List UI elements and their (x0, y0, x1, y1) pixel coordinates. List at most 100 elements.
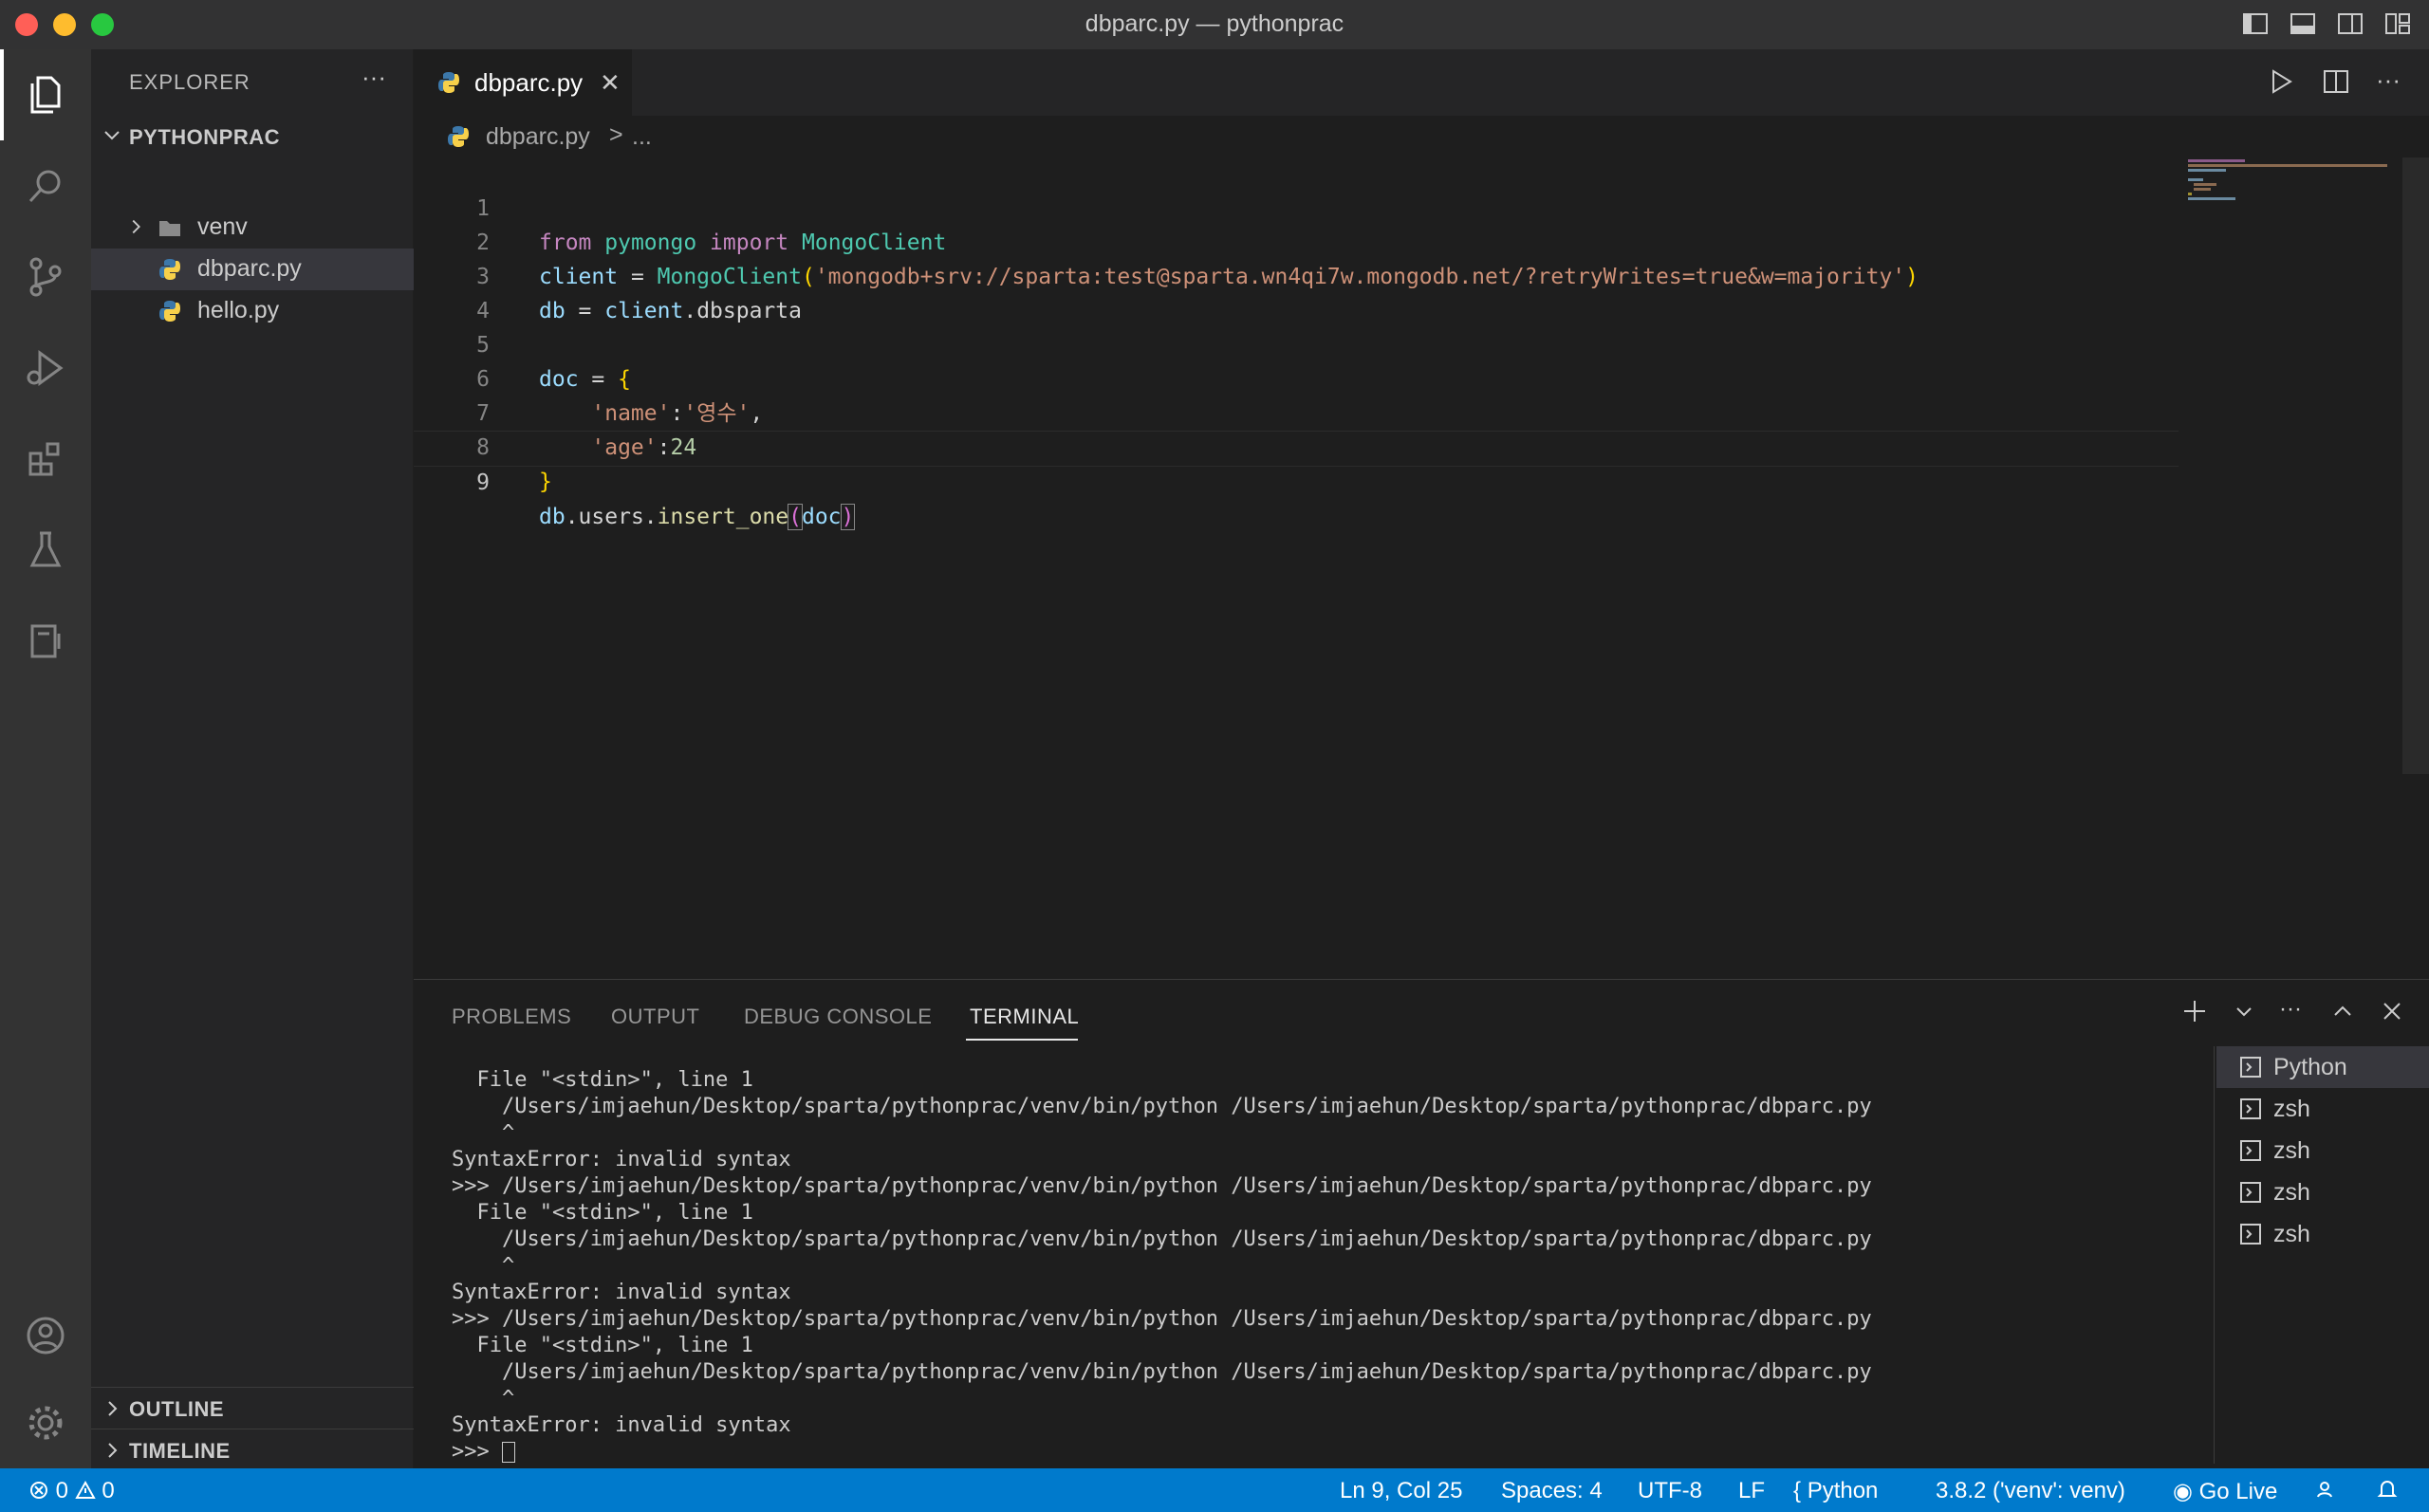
python-file-icon (159, 259, 180, 280)
tab-output[interactable]: OUTPUT (611, 1005, 699, 1029)
source-control-icon[interactable] (0, 231, 91, 323)
tab-terminal[interactable]: TERMINAL (970, 1005, 1079, 1029)
split-editor-icon[interactable] (2321, 66, 2351, 97)
terminal-label: zsh (2273, 1221, 2310, 1247)
settings-gear-icon[interactable] (0, 1377, 91, 1468)
terminal-line: File "<stdin>", line 1 (452, 1334, 753, 1357)
explorer-icon[interactable] (0, 49, 91, 140)
search-icon[interactable] (0, 140, 91, 231)
chevron-right-icon (108, 1401, 118, 1416)
testing-icon[interactable] (0, 505, 91, 596)
terminal-prompt: >>> (452, 1440, 502, 1464)
explorer-header: EXPLORER (129, 70, 250, 94)
outline-section[interactable]: OUTLINE (91, 1387, 414, 1429)
toggle-primary-sidebar-icon[interactable] (2241, 9, 2270, 38)
encoding[interactable]: UTF-8 (1638, 1478, 1702, 1504)
close-panel-icon[interactable] (2378, 997, 2406, 1025)
outline-label: OUTLINE (129, 1397, 225, 1421)
error-icon (30, 1482, 47, 1499)
minimap[interactable] (2186, 157, 2395, 233)
terminal-item-zsh[interactable]: zsh (2216, 1171, 2429, 1213)
terminal-icon (2240, 1182, 2261, 1203)
toggle-secondary-sidebar-icon[interactable] (2336, 9, 2364, 38)
terminal-icon (2240, 1140, 2261, 1161)
accounts-icon[interactable] (0, 1290, 91, 1381)
project-folder-row[interactable]: PYTHONPRAC (91, 118, 414, 156)
chevron-down-icon (104, 131, 120, 140)
terminal-item-python[interactable]: Python (2216, 1046, 2429, 1088)
terminal-line: File "<stdin>", line 1 (452, 1201, 753, 1225)
indentation[interactable]: Spaces: 4 (1501, 1478, 1603, 1504)
tree-item-dbparc[interactable]: dbparc.py (91, 249, 414, 290)
more-actions-icon[interactable]: ··· (2376, 66, 2406, 97)
tree-item-label: dbparc.py (197, 255, 302, 282)
code-line[interactable]: 5 doc = { (414, 294, 2179, 392)
code-line[interactable]: 7 'age':24 (414, 362, 2179, 460)
language-mode[interactable]: { Python (1793, 1478, 1878, 1504)
warning-icon (74, 1480, 96, 1499)
go-live-label: Go Live (2198, 1479, 2278, 1504)
feedback-icon[interactable] (2315, 1478, 2338, 1507)
run-debug-icon[interactable] (0, 323, 91, 414)
customize-layout-icon[interactable] (2383, 9, 2412, 38)
tab-label: dbparc.py (474, 68, 584, 97)
new-terminal-icon[interactable] (2180, 997, 2209, 1025)
folder-icon (159, 221, 180, 236)
terminal-cursor (501, 1442, 515, 1463)
terminal-item-zsh[interactable]: zsh (2216, 1130, 2429, 1171)
terminal-item-zsh[interactable]: zsh (2216, 1213, 2429, 1255)
python-interpreter[interactable]: 3.8.2 ('venv': venv) (1936, 1478, 2125, 1504)
notifications-bell-icon[interactable] (2376, 1478, 2399, 1507)
run-python-file-icon[interactable] (2266, 66, 2296, 97)
tree-item-hello[interactable]: hello.py (91, 290, 414, 332)
chevron-right-icon (132, 219, 140, 234)
editor-scrollbar[interactable] (2402, 157, 2429, 774)
tree-item-venv[interactable]: venv (91, 207, 414, 249)
end-of-line[interactable]: LF (1738, 1478, 1765, 1504)
terminal-label: zsh (2273, 1096, 2310, 1122)
code-line[interactable]: 2 client = MongoClient('mongodb+srv://sp… (414, 192, 2179, 289)
broadcast-icon: ◉ (2173, 1479, 2199, 1504)
language-label: Python (1807, 1478, 1879, 1503)
maximize-panel-icon[interactable] (2328, 997, 2357, 1025)
code-line[interactable]: 1 from pymongo import MongoClient (414, 157, 2179, 255)
breadcrumb-file[interactable]: dbparc.py (486, 123, 590, 151)
bottom-panel: PROBLEMS OUTPUT DEBUG CONSOLE TERMINAL ·… (414, 979, 2429, 1469)
toggle-panel-icon[interactable] (2289, 9, 2317, 38)
breadcrumb-symbol[interactable]: ... (632, 123, 652, 151)
more-actions-icon[interactable]: ··· (362, 63, 386, 92)
problems-status[interactable]: 0 0 (28, 1478, 115, 1504)
braces-icon: { (1793, 1478, 1808, 1503)
status-bar: 0 0 Ln 9, Col 25 Spaces: 4 UTF-8 LF { Py… (0, 1468, 2429, 1512)
code-line[interactable]: 8 } (414, 396, 2179, 494)
terminal-line: SyntaxError: invalid syntax (452, 1413, 791, 1437)
code-line[interactable]: 3 db = client.dbsparta (414, 226, 2179, 323)
tab-dbparc[interactable]: dbparc.py ✕ (414, 49, 632, 116)
code-line[interactable]: 4 (414, 260, 2179, 323)
cursor-position[interactable]: Ln 9, Col 25 (1340, 1478, 1462, 1504)
breadcrumb-separator: > (609, 121, 623, 148)
active-tab-indicator (966, 1039, 1078, 1041)
terminal-dropdown-icon[interactable] (2230, 997, 2258, 1025)
code-line[interactable]: 6 'name':'영수', (414, 328, 2179, 426)
more-actions-icon[interactable]: ··· (2279, 997, 2308, 1025)
terminal-item-zsh[interactable]: zsh (2216, 1088, 2429, 1130)
chevron-right-icon (108, 1443, 118, 1458)
terminal-line: /Users/imjaehun/Desktop/sparta/pythonpra… (452, 1227, 1872, 1251)
tab-debug-console[interactable]: DEBUG CONSOLE (744, 1005, 932, 1029)
close-tab-icon[interactable]: ✕ (600, 68, 621, 98)
extensions-icon[interactable] (0, 414, 91, 505)
terminal-line: ^ (452, 1254, 515, 1278)
editor-tab-bar: dbparc.py ✕ ··· (414, 49, 2429, 116)
terminal-list-divider (2214, 1046, 2215, 1464)
window-title: dbparc.py — pythonprac (1085, 10, 1344, 37)
code-editor[interactable]: 1 from pymongo import MongoClient 2 clie… (414, 157, 2429, 979)
code-line-current[interactable]: 9 db.users.insert_one(doc) (414, 431, 2179, 530)
project-name: PYTHONPRAC (129, 125, 281, 149)
tab-problems[interactable]: PROBLEMS (452, 1005, 571, 1029)
go-live-button[interactable]: ◉ Go Live (2173, 1478, 2277, 1505)
timeline-section[interactable]: TIMELINE (91, 1429, 414, 1471)
explorer-sidebar: EXPLORER ··· PYTHONPRAC venv dbparc.py h… (91, 49, 414, 1468)
remote-explorer-icon[interactable] (0, 596, 91, 687)
terminal-output[interactable]: File "<stdin>", line 1 /Users/imjaehun/D… (452, 1067, 1872, 1466)
